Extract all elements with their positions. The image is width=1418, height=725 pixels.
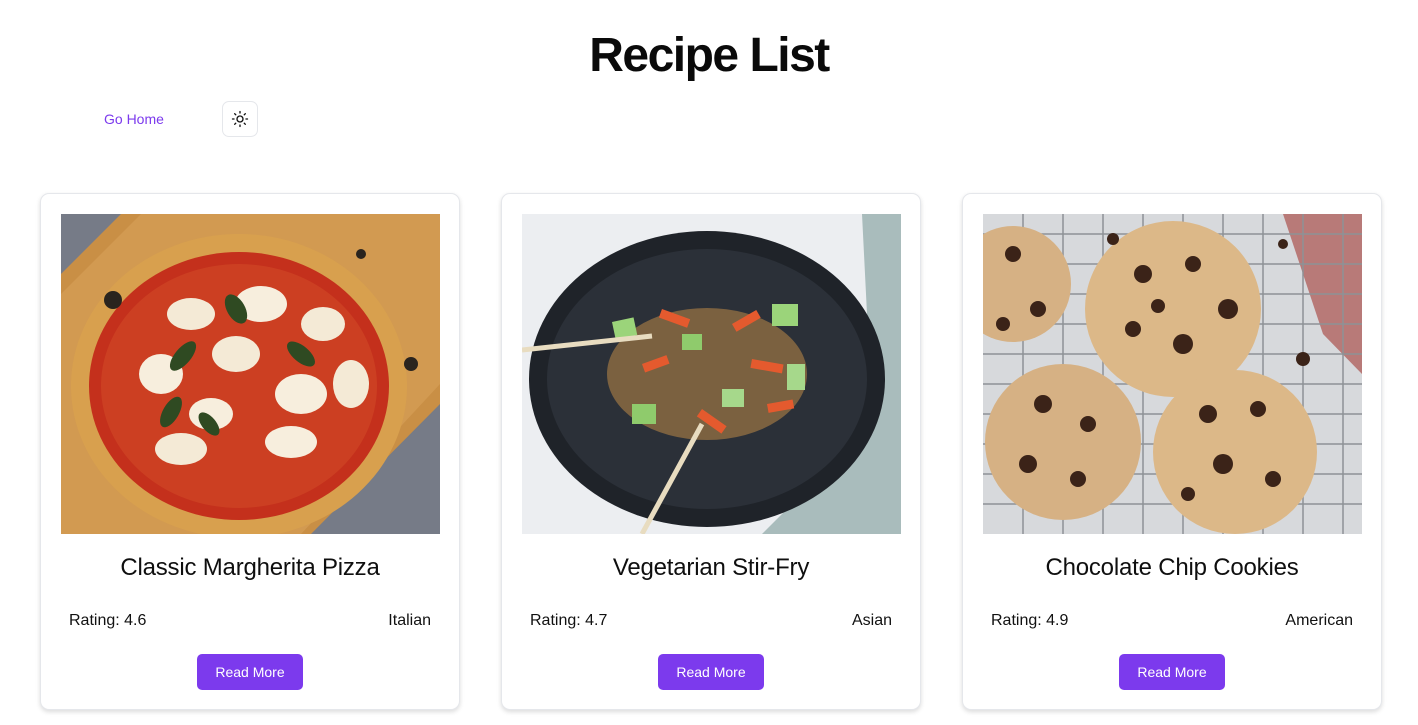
theme-toggle-button[interactable] <box>222 101 258 137</box>
recipe-rating: Rating: 4.6 <box>69 612 147 629</box>
page-title: Recipe List <box>589 29 830 82</box>
recipe-card: Classic Margherita Pizza Rating: 4.6 Ita… <box>40 193 460 710</box>
recipe-rating: Rating: 4.7 <box>530 612 608 629</box>
recipe-cuisine: Asian <box>851 612 892 629</box>
top-nav: Go Home <box>0 101 300 137</box>
recipe-meta: Rating: 4.9 American <box>991 612 1353 630</box>
read-more-button[interactable]: Read More <box>197 654 303 690</box>
recipe-title: Classic Margherita Pizza <box>120 554 380 581</box>
recipe-meta: Rating: 4.6 Italian <box>69 612 431 630</box>
read-more-button[interactable]: Read More <box>1119 654 1225 690</box>
recipe-image-stir-fry <box>522 214 901 534</box>
sun-icon <box>231 110 249 128</box>
recipe-title: Chocolate Chip Cookies <box>1045 554 1299 581</box>
recipe-meta: Rating: 4.7 Asian <box>530 612 892 630</box>
recipe-card-grid: Classic Margherita Pizza Rating: 4.6 Ita… <box>40 193 1382 710</box>
recipe-cuisine: Italian <box>388 612 431 629</box>
recipe-rating: Rating: 4.9 <box>991 612 1069 629</box>
recipe-list-page: Recipe List Go Home Classic Margherita P… <box>0 0 1418 725</box>
recipe-title: Vegetarian Stir-Fry <box>612 554 810 581</box>
recipe-cuisine: American <box>1285 612 1353 629</box>
recipe-card: Chocolate Chip Cookies Rating: 4.9 Ameri… <box>962 193 1382 710</box>
recipe-card: Vegetarian Stir-Fry Rating: 4.7 Asian Re… <box>501 193 921 710</box>
recipe-image-margherita-pizza <box>61 214 440 534</box>
read-more-button[interactable]: Read More <box>658 654 764 690</box>
recipe-image-chocolate-chip-cookies <box>983 214 1362 534</box>
go-home-link[interactable]: Go Home <box>104 111 164 127</box>
